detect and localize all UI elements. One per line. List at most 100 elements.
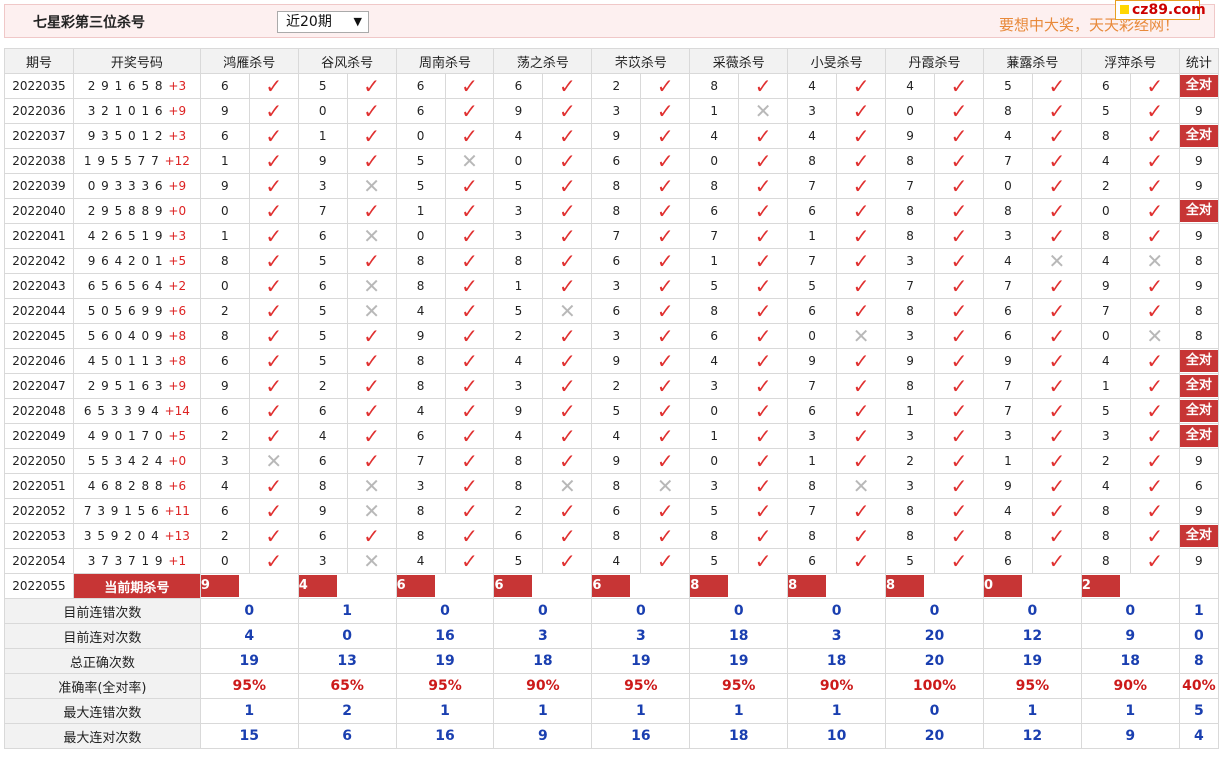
draw-sum: +9: [168, 104, 187, 118]
kill-number-cell: 4: [689, 348, 740, 374]
column-header: 蒹露杀号: [982, 48, 1082, 74]
summary-value: 95%: [982, 673, 1082, 699]
kill-number-cell: 5: [689, 273, 740, 299]
kill-number-cell: 6: [982, 548, 1033, 574]
kill-number-cell: 5: [493, 173, 544, 199]
kill-number-cell: 7: [297, 198, 348, 224]
table-row: 2022054 3 7 3 7 1 9 +1 0 ✓ 3 ✕ 4 ✓ 5 ✓ 4 ✓ 5 ✓ 6 ✓ 5 ✓ 6 ✓ 8…: [4, 548, 1219, 574]
kill-number-cell: 8: [591, 473, 642, 499]
check-icon: ✓: [640, 423, 691, 449]
kill-number-cell: 7: [787, 373, 838, 399]
summary-value: 8: [1178, 648, 1219, 674]
draw-digits: 5 6 0 4 0 9: [87, 329, 169, 343]
draw-sum: +0: [168, 204, 187, 218]
check-icon: ✓: [1031, 423, 1082, 449]
kill-number-cell: 8: [885, 298, 935, 324]
check-icon: ✓: [738, 73, 789, 99]
check-icon: ✓: [542, 123, 593, 149]
check-icon: ✓: [640, 398, 691, 424]
period-range-select[interactable]: 近20期 ▼: [277, 11, 369, 33]
kill-number-cell: 8: [689, 523, 740, 549]
kill-number-cell: 4: [395, 398, 446, 424]
summary-value: 12: [982, 723, 1082, 749]
kill-number-cell: 2: [199, 298, 250, 324]
summary-value: 20: [885, 623, 984, 649]
kill-number-cell: 7: [787, 248, 838, 274]
table-row: 2022044 5 0 5 6 9 9 +6 2 ✓ 5 ✕ 4 ✓ 5 ✕ 6 ✓ 8 ✓ 6 ✓ 8 ✓ 6 ✓ 7…: [4, 298, 1219, 324]
kill-number-cell: 4: [1080, 348, 1131, 374]
draw-number-cell: 7 3 9 1 5 6 +11: [72, 498, 201, 524]
check-icon: ✓: [444, 123, 495, 149]
check-icon: ✓: [346, 73, 397, 99]
kill-number-cell: 3: [885, 323, 935, 349]
kill-number-cell: 5: [787, 273, 838, 299]
kill-number-cell: 3: [885, 248, 935, 274]
kill-number-cell: 3: [982, 223, 1033, 249]
summary-value: 0: [885, 598, 984, 624]
draw-digits: 1 9 5 5 7 7: [83, 154, 165, 168]
stat-cell: 8: [1178, 248, 1219, 274]
period-cell: 2022037: [4, 123, 74, 149]
kill-number-cell: 1: [982, 448, 1033, 474]
check-icon: ✓: [1129, 98, 1180, 124]
check-icon: ✓: [640, 123, 691, 149]
correct-count: 9: [1195, 504, 1203, 518]
check-icon: ✓: [934, 198, 984, 224]
check-icon: ✓: [836, 423, 887, 449]
draw-digits: 7 3 9 1 5 6: [83, 504, 165, 518]
current-kill-cell: 6: [493, 573, 593, 599]
kill-number-cell: 8: [1080, 498, 1131, 524]
site-logo[interactable]: cz89.com: [1115, 0, 1206, 20]
check-icon: ✓: [444, 223, 495, 249]
check-icon: ✓: [640, 223, 691, 249]
kill-number-cell: 7: [395, 448, 446, 474]
current-kill-number: 8: [886, 575, 925, 597]
summary-value: 16: [395, 723, 495, 749]
summary-value: 0: [493, 598, 593, 624]
check-icon: ✓: [542, 248, 593, 274]
kill-number-cell: 8: [885, 498, 935, 524]
kill-number-cell: 8: [493, 448, 544, 474]
kill-number-cell: 8: [982, 98, 1033, 124]
summary-value: 65%: [297, 673, 397, 699]
table-row: 2022041 4 2 6 5 1 9 +3 1 ✓ 6 ✕ 0 ✓ 3 ✓ 7 ✓ 7 ✓ 1 ✓ 8 ✓ 3 ✓ 8…: [4, 223, 1219, 249]
stat-cell: 全对: [1178, 348, 1219, 374]
check-icon: ✓: [1031, 498, 1082, 524]
check-icon: ✓: [542, 98, 593, 124]
check-icon: ✓: [248, 248, 299, 274]
kill-number-cell: 5: [689, 548, 740, 574]
check-icon: ✓: [934, 348, 984, 374]
kill-number-cell: 7: [982, 398, 1033, 424]
kill-number-cell: 7: [1080, 298, 1131, 324]
check-icon: ✓: [1031, 198, 1082, 224]
check-icon: ✓: [248, 398, 299, 424]
cross-icon: ✕: [1031, 248, 1082, 274]
stat-cell: 8: [1178, 323, 1219, 349]
check-icon: ✓: [346, 123, 397, 149]
cross-icon: ✕: [542, 298, 593, 324]
check-icon: ✓: [738, 498, 789, 524]
table-row: 2022048 6 5 3 3 9 4 +14 6 ✓ 6 ✓ 4 ✓ 9 ✓ 5 ✓ 0 ✓ 6 ✓ 1 ✓ 7 ✓…: [4, 398, 1219, 424]
page-title: 七星彩第三位杀号: [33, 15, 145, 31]
check-icon: ✓: [1129, 423, 1180, 449]
check-icon: ✓: [836, 248, 887, 274]
kill-number-cell: 2: [1080, 448, 1131, 474]
current-kill-cell: 2: [1080, 573, 1180, 599]
draw-sum: +5: [168, 254, 187, 268]
check-icon: ✓: [934, 173, 984, 199]
correct-count: 9: [1195, 554, 1203, 568]
kill-number-cell: 8: [395, 373, 446, 399]
stat-cell: 9: [1178, 498, 1219, 524]
kill-number-cell: 1: [395, 198, 446, 224]
period-cell: 2022048: [4, 398, 74, 424]
summary-value: 19: [982, 648, 1082, 674]
stat-cell: 9: [1178, 173, 1219, 199]
draw-number-cell: 4 5 0 1 1 3 +8: [72, 348, 201, 374]
period-cell: 2022041: [4, 223, 74, 249]
column-header: 芣苡杀号: [591, 48, 691, 74]
stat-cell: 9: [1178, 148, 1219, 174]
check-icon: ✓: [1129, 373, 1180, 399]
summary-value: 4: [199, 623, 299, 649]
summary-row: 最大连对次数 15 6 16 9 16 18 10 20 12 9 4: [4, 723, 1219, 749]
current-kill-number: 8: [788, 575, 827, 597]
